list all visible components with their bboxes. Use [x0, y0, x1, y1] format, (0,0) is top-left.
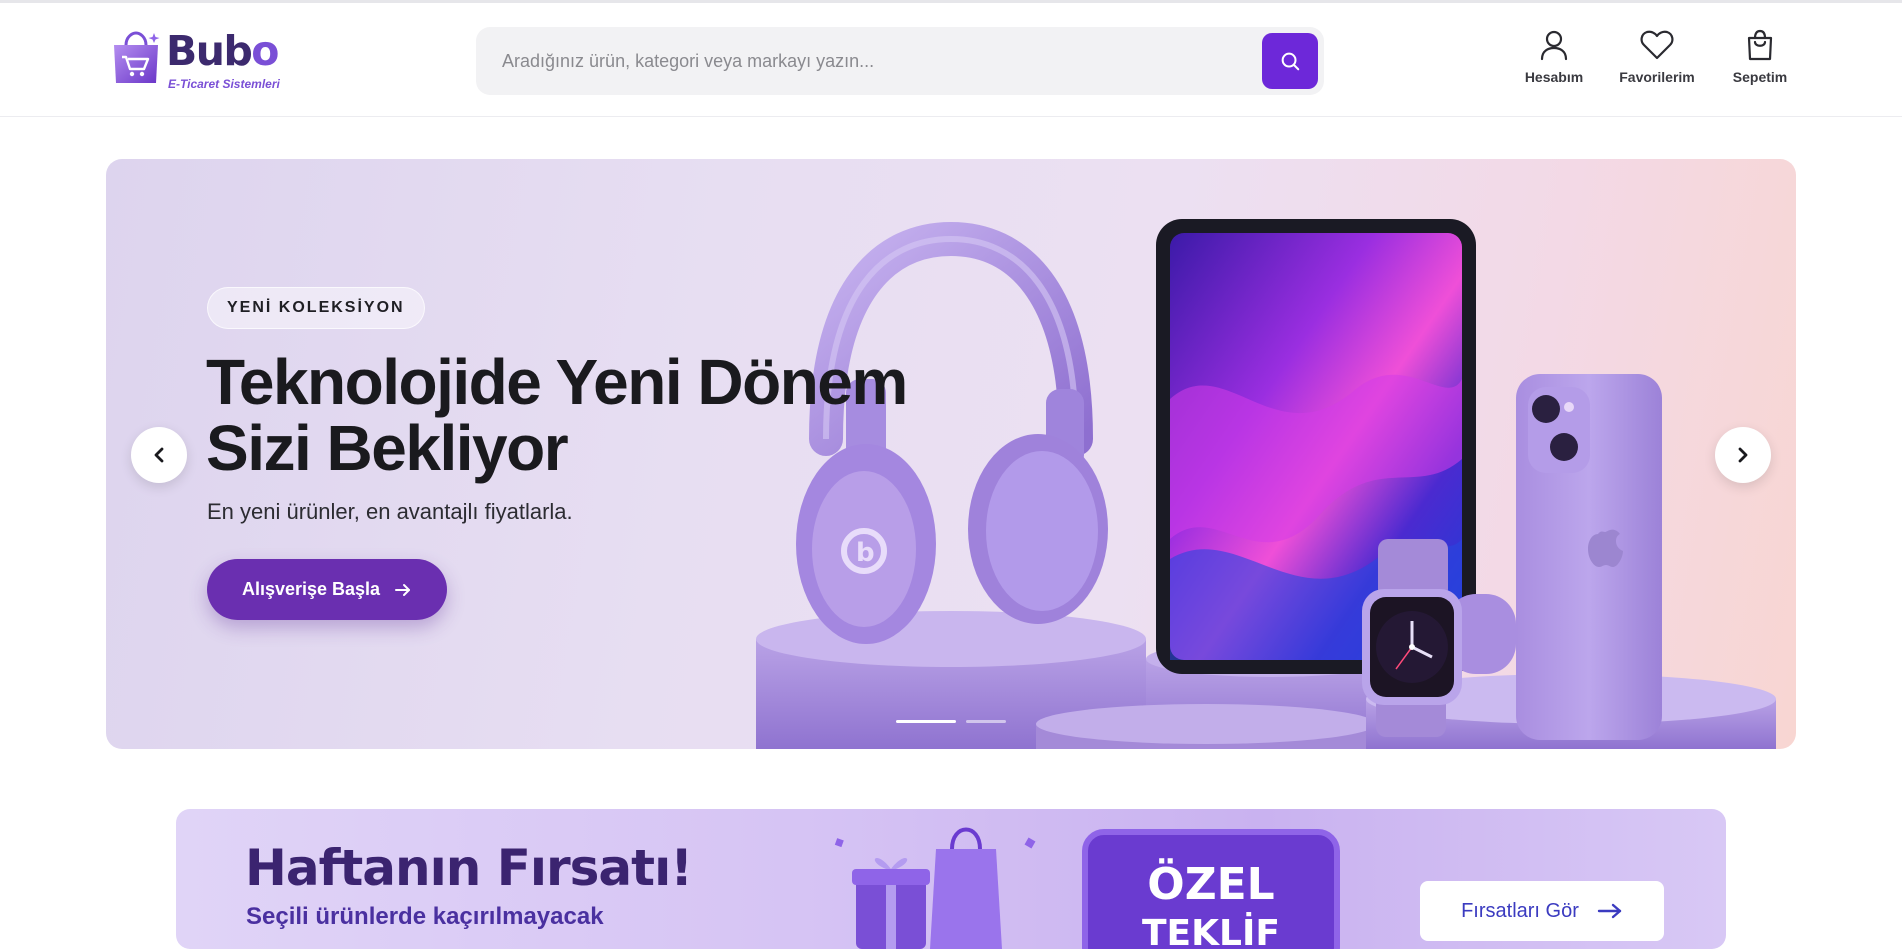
nav-favorites[interactable]: Favorilerim: [1607, 29, 1707, 85]
see-deals-label: Fırsatları Gör: [1461, 899, 1579, 922]
start-shopping-label: Alışverişe Başla: [241, 579, 381, 599]
heart-icon: [1640, 30, 1674, 60]
search-button[interactable]: [1262, 33, 1318, 89]
brand-logo[interactable]: Bubo E-Ticaret Sistemleri: [108, 27, 284, 91]
nav-cart[interactable]: Sepetim: [1710, 29, 1810, 85]
site-header: Bubo E-Ticaret Sistemleri Hesabım Favori…: [0, 3, 1902, 117]
nav-cart-label: Sepetim: [1732, 69, 1788, 85]
chevron-left-icon: [154, 447, 164, 463]
nav-account-label: Hesabım: [1524, 69, 1584, 85]
collection-badge: YENİ KOLEKSİYON: [207, 287, 425, 329]
search-input[interactable]: [476, 27, 1256, 95]
hero-title: Teknolojide Yeni Dönem Sizi Bekliyor: [206, 346, 908, 484]
svg-text:b: b: [856, 538, 875, 568]
arrow-right-icon: [1597, 903, 1622, 919]
brand-name: Bubo: [166, 27, 279, 75]
slide-dot-1[interactable]: [896, 720, 956, 723]
user-icon: [1540, 30, 1568, 61]
slide-dot-2[interactable]: [966, 720, 1006, 723]
weekly-deal-subtitle: Seçili ürünlerde kaçırılmayacak: [246, 903, 604, 930]
see-deals-button[interactable]: Fırsatları Gör: [1420, 881, 1664, 941]
gift-bags-illustration: [834, 827, 1036, 949]
arrow-right-icon: [395, 583, 411, 596]
special-offer-line2: TEKLİF: [1142, 913, 1280, 949]
search-icon: [1281, 52, 1300, 71]
special-offer-line1: ÖZEL: [1147, 859, 1275, 910]
start-shopping-button[interactable]: Alışverişe Başla: [207, 559, 447, 620]
weekly-deal-banner: Haftanın Fırsatı! Seçili ürünlerde kaçır…: [176, 809, 1726, 949]
weekly-deal-title: Haftanın Fırsatı!: [245, 839, 693, 897]
shopping-bag-icon: [1747, 29, 1773, 61]
nav-account[interactable]: Hesabım: [1504, 29, 1604, 85]
shopping-bag-logo-icon: [114, 31, 160, 83]
chevron-right-icon: [1738, 447, 1748, 463]
nav-favorites-label: Favorilerim: [1619, 69, 1695, 85]
next-slide-button[interactable]: [1715, 427, 1771, 483]
brand-tagline: E-Ticaret Sistemleri: [168, 77, 280, 91]
hero-slider: b YENİ KOLEKSİYON Teknolojide Yeni Dönem…: [106, 159, 1796, 749]
special-offer-badge: ÖZEL TEKLİF: [1082, 829, 1340, 949]
hero-subtitle: En yeni ürünler, en avantajlı fiyatlarla…: [207, 499, 573, 524]
search-bar: [476, 27, 1324, 95]
previous-slide-button[interactable]: [131, 427, 187, 483]
